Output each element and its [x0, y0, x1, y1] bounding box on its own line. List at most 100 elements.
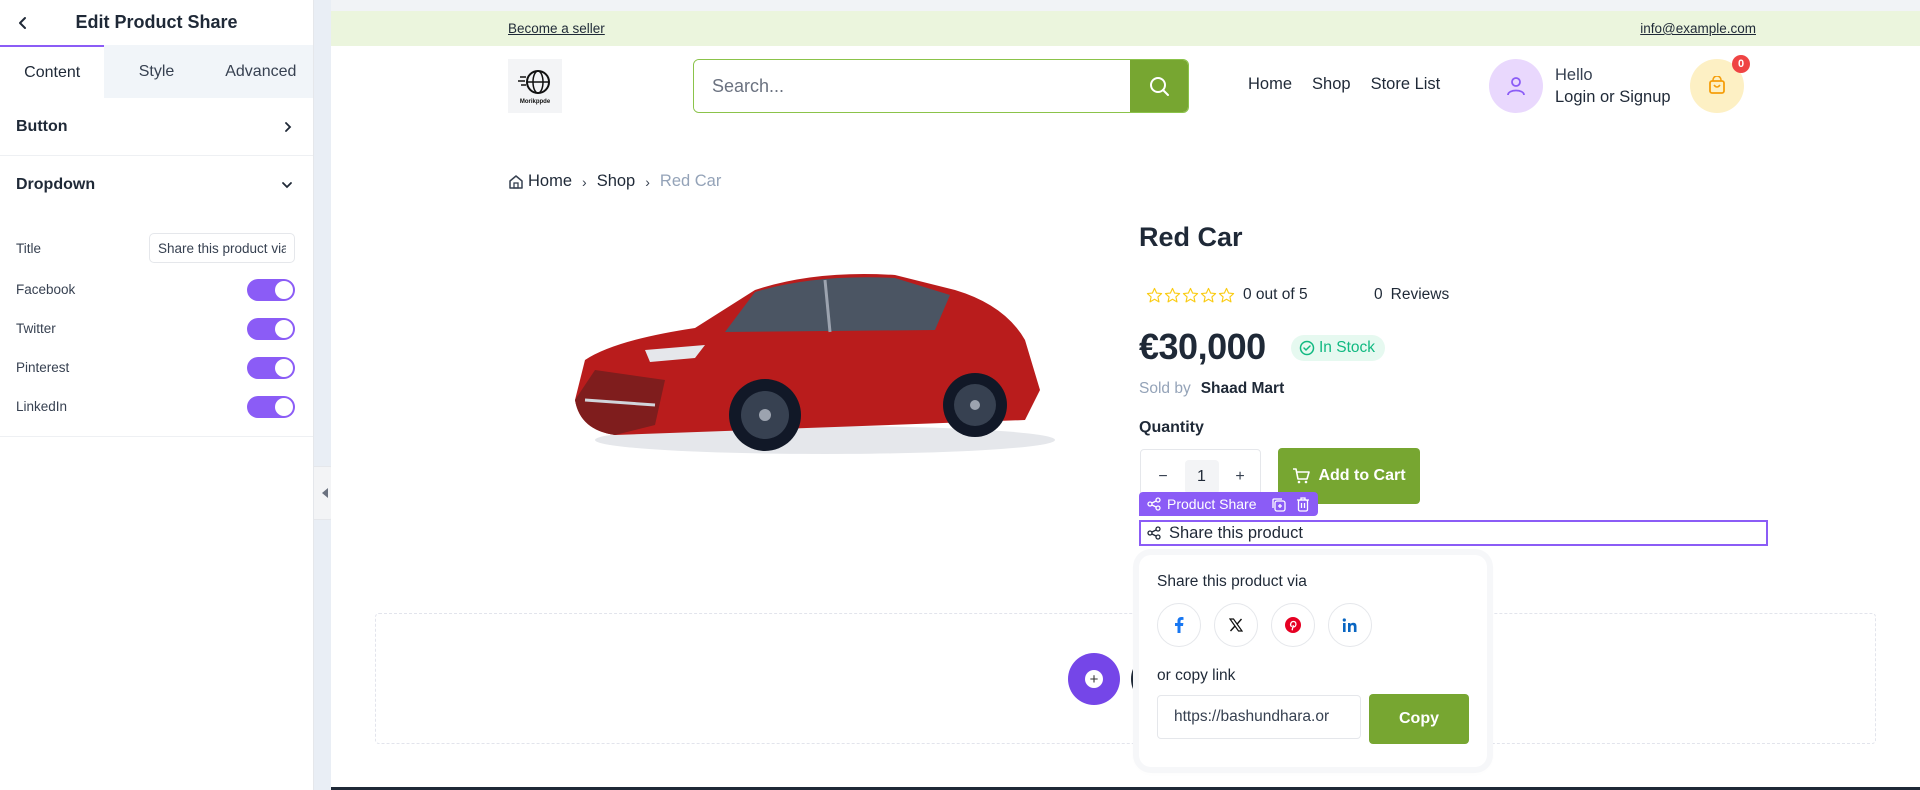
red-car-image [575, 274, 1055, 454]
share-icon [1147, 526, 1161, 540]
chevron-left-icon [19, 17, 26, 29]
quantity-increase-button[interactable]: + [1232, 468, 1248, 486]
twitter-toggle-row: Twitter [16, 309, 295, 348]
trash-icon [1296, 496, 1309, 512]
rating-stars [1146, 287, 1235, 304]
site-header: Morikppde Home Shop Store List Hello Log… [331, 46, 1920, 126]
twitter-toggle[interactable] [247, 317, 295, 340]
plus-icon: + [1085, 670, 1103, 688]
section-button[interactable]: Button [0, 98, 313, 156]
title-input[interactable] [149, 233, 295, 263]
quantity-decrease-button[interactable]: − [1155, 468, 1171, 486]
logo-text: Morikppde [519, 98, 551, 105]
user-avatar[interactable] [1489, 59, 1543, 113]
add-to-cart-label: Add to Cart [1318, 467, 1406, 484]
share-facebook-button[interactable] [1157, 603, 1201, 647]
share-icon [1147, 497, 1161, 511]
title-label: Title [16, 240, 42, 256]
chevron-right-icon [285, 121, 292, 132]
toggle-knob [275, 280, 293, 299]
pinterest-icon [1285, 617, 1301, 633]
user-greeting: Hello [1555, 66, 1593, 84]
sold-by-label: Sold by [1139, 380, 1191, 397]
facebook-toggle-row: Facebook [16, 270, 295, 309]
breadcrumb-shop[interactable]: Shop [597, 172, 636, 191]
star-outline-icon [1164, 287, 1181, 302]
toggle-knob [275, 319, 293, 338]
star-outline-icon [1146, 287, 1163, 302]
stock-badge: In Stock [1291, 335, 1385, 361]
section-button-label: Button [16, 117, 68, 135]
nav-home[interactable]: Home [1248, 75, 1292, 94]
facebook-label: Facebook [16, 282, 76, 297]
star-outline-icon [1182, 287, 1199, 302]
copy-link-row: Copy [1157, 694, 1469, 744]
duplicate-widget-button[interactable] [1271, 497, 1286, 512]
linkedin-label: LinkedIn [16, 399, 68, 414]
product-title: Red Car [1139, 222, 1243, 252]
breadcrumb-home[interactable]: Home [528, 172, 572, 191]
search-icon [1150, 77, 1169, 96]
share-link-input[interactable] [1157, 695, 1361, 739]
section-dropdown[interactable]: Dropdown [0, 156, 313, 214]
check-circle-icon [1299, 340, 1315, 356]
section-dropzone[interactable] [375, 613, 1876, 744]
home-icon [508, 174, 524, 190]
canvas-top-strip [331, 0, 1920, 11]
site-logo[interactable]: Morikppde [508, 59, 562, 113]
add-section-button[interactable]: + [1068, 653, 1120, 705]
delete-widget-button[interactable] [1296, 496, 1310, 512]
share-product-trigger[interactable]: Share this product [1139, 520, 1768, 546]
toggle-knob [275, 397, 293, 416]
x-twitter-icon [1229, 618, 1243, 632]
reviews-label: Reviews [1390, 286, 1450, 303]
linkedin-icon [1342, 618, 1357, 632]
toggle-knob [275, 358, 293, 377]
section-dropdown-label: Dropdown [16, 176, 96, 193]
nav-shop[interactable]: Shop [1312, 75, 1351, 94]
social-buttons [1157, 603, 1469, 647]
search-button[interactable] [1130, 60, 1188, 112]
login-signup-link[interactable]: Hello Login or Signup [1555, 64, 1671, 108]
site-topbar: Become a seller info@example.com [331, 11, 1920, 46]
user-action: Login or Signup [1555, 88, 1671, 106]
cart-count-badge: 0 [1732, 55, 1750, 73]
product-image[interactable] [555, 250, 1065, 470]
duplicate-icon [1271, 497, 1286, 512]
reviews-count[interactable]: 0 Reviews [1374, 286, 1449, 304]
page-canvas: Become a seller info@example.com Morikpp… [331, 0, 1920, 790]
share-linkedin-button[interactable] [1328, 603, 1372, 647]
caret-left-icon [321, 488, 328, 498]
star-outline-icon [1218, 287, 1235, 302]
back-button[interactable] [12, 12, 34, 34]
share-x-button[interactable] [1214, 603, 1258, 647]
shopping-bag-icon [1709, 76, 1725, 94]
pinterest-toggle-row: Pinterest [16, 348, 295, 387]
globe-cart-icon [518, 69, 550, 94]
tab-content[interactable]: Content [0, 45, 105, 98]
stock-text: In Stock [1319, 339, 1375, 356]
star-outline-icon [1200, 287, 1217, 302]
tab-style[interactable]: Style [104, 45, 208, 98]
copy-link-button[interactable]: Copy [1369, 694, 1469, 744]
email-link[interactable]: info@example.com [1640, 21, 1756, 36]
become-seller-link[interactable]: Become a seller [508, 21, 605, 36]
pinterest-toggle[interactable] [247, 356, 295, 379]
share-pinterest-button[interactable] [1271, 603, 1315, 647]
tab-advanced[interactable]: Advanced [209, 45, 313, 98]
sidebar-header: Edit Product Share [0, 0, 313, 45]
quantity-value[interactable]: 1 [1184, 460, 1219, 494]
seller-link[interactable]: Shaad Mart [1201, 380, 1285, 397]
title-setting-row: Title [16, 226, 295, 270]
widget-toolbar[interactable]: Product Share [1139, 492, 1318, 516]
facebook-toggle[interactable] [247, 278, 295, 301]
linkedin-toggle-row: LinkedIn [16, 387, 295, 426]
sidebar-tabs: Content Style Advanced [0, 45, 313, 98]
nav-store-list[interactable]: Store List [1371, 75, 1441, 94]
search-input[interactable] [694, 60, 1130, 112]
product-price: €30,000 [1139, 326, 1266, 367]
main-nav: Home Shop Store List [1248, 75, 1440, 94]
linkedin-toggle[interactable] [247, 395, 295, 418]
breadcrumb-separator-icon: › [645, 173, 650, 190]
search-bar [693, 59, 1189, 113]
